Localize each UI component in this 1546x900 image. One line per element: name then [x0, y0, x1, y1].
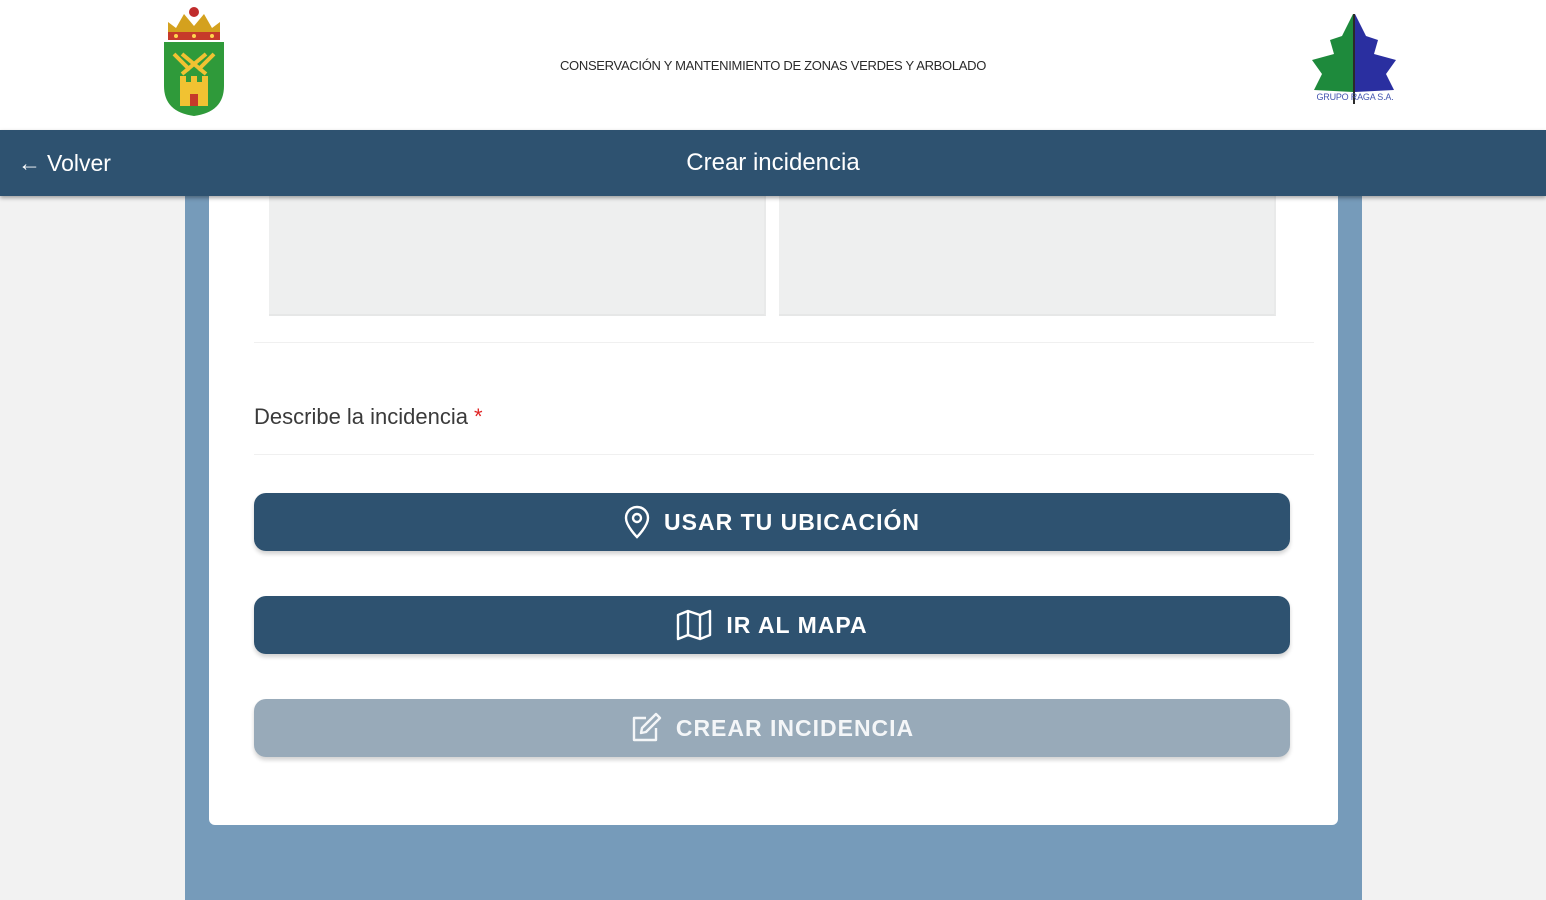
description-field[interactable]: Describe la incidencia * [254, 404, 483, 430]
use-location-label: USAR TU UBICACIÓN [664, 508, 920, 535]
photo-slot-1[interactable] [269, 196, 766, 316]
required-mark: * [474, 404, 483, 429]
grupo-raga-logo-text: GRUPO RAGA S.A. [1316, 92, 1394, 102]
create-incident-label: CREAR INCIDENCIA [675, 714, 915, 741]
page-title: Crear incidencia [686, 149, 860, 176]
back-button-label: Volver [47, 149, 111, 176]
description-underline [254, 454, 1314, 455]
photo-slot-2[interactable] [779, 196, 1276, 316]
description-label: Describe la incidencia [254, 404, 468, 429]
go-to-map-label: IR AL MAPA [726, 611, 868, 638]
go-to-map-button[interactable]: IR AL MAPA [254, 596, 1290, 654]
app-header: CONSERVACIÓN Y MANTENIMIENTO DE ZONAS VE… [0, 0, 1546, 130]
use-location-button[interactable]: USAR TU UBICACIÓN [254, 493, 1290, 551]
back-button[interactable]: ← Volver [18, 130, 111, 196]
edit-icon [630, 712, 662, 744]
arrow-left-icon: ← [18, 149, 41, 176]
map-pin-icon [624, 505, 650, 539]
incident-form-card: Describe la incidencia * USAR TU UBICACIÓ… [209, 196, 1338, 825]
create-incident-button[interactable]: CREAR INCIDENCIA [254, 699, 1290, 757]
divider [254, 342, 1314, 343]
map-icon [676, 609, 712, 641]
top-navigation-bar: ← Volver Crear incidencia [0, 130, 1546, 196]
